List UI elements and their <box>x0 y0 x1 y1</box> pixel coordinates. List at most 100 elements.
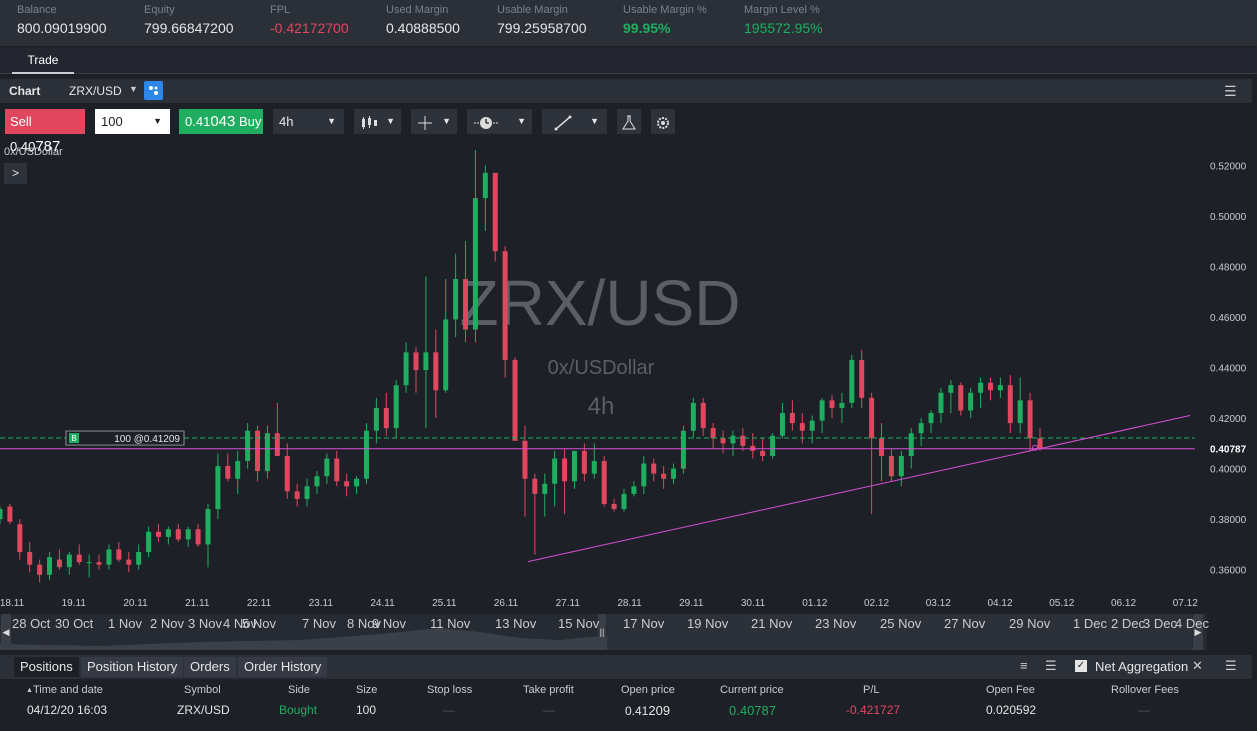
tab-position-history[interactable]: Position History <box>81 657 184 677</box>
candle-body <box>621 493 627 510</box>
candle-body <box>7 506 13 522</box>
candle-body <box>185 529 191 540</box>
navigator-left-arrow[interactable]: ◀ <box>1 614 11 650</box>
buy-button[interactable]: 0.41043 Buy <box>179 109 263 134</box>
chart-settings-button[interactable] <box>651 109 675 134</box>
candle-body <box>710 428 716 439</box>
tab-order-history[interactable]: Order History <box>238 657 328 677</box>
indicators-button[interactable] <box>617 109 641 134</box>
candle-body <box>0 509 3 520</box>
column-header[interactable]: Time and date <box>33 684 103 696</box>
expand-button[interactable]: > <box>4 163 27 184</box>
column-header[interactable]: Symbol <box>184 684 221 696</box>
link-icon[interactable] <box>144 81 163 100</box>
row-rollover: — <box>1138 703 1150 717</box>
y-tick-label: 0.48000 <box>1210 262 1247 273</box>
candle-body <box>552 458 558 484</box>
navigator-label: 2 Dec <box>1111 616 1145 631</box>
candle-body <box>671 468 677 479</box>
column-header[interactable]: Side <box>288 684 310 696</box>
y-tick-label: 0.46000 <box>1210 313 1247 324</box>
tab-positions[interactable]: Positions <box>14 657 79 677</box>
candle-body <box>344 481 350 487</box>
margin-level-value: 195572.95% <box>744 20 823 36</box>
row-side: Bought <box>279 703 318 717</box>
tab-trade[interactable]: Trade <box>12 47 74 74</box>
candle-body <box>215 466 221 510</box>
candle-body <box>463 279 469 330</box>
candle-body <box>958 385 964 411</box>
x-tick-label: 18.11 <box>0 598 25 609</box>
columns-icon[interactable]: ≡ <box>1020 658 1028 673</box>
navigator-label: 3 Nov <box>188 616 222 631</box>
chevron-down-icon: ▼ <box>590 116 599 126</box>
candle-body <box>472 198 478 330</box>
close-icon[interactable]: ✕ <box>1192 658 1203 674</box>
chevron-down-icon: ▼ <box>442 116 451 126</box>
candle-body <box>918 423 924 434</box>
y-tick-label: 0.40000 <box>1210 465 1247 476</box>
net-aggregation-checkbox[interactable]: ✓ <box>1075 660 1087 672</box>
current-price-label: 0.40787 <box>1210 445 1247 456</box>
candle-body <box>898 455 904 477</box>
column-header[interactable]: Size <box>356 684 377 696</box>
x-tick-label: 28.11 <box>617 598 642 609</box>
chevron-down-icon[interactable]: ▼ <box>129 84 138 94</box>
chevron-down-icon: ▼ <box>386 116 395 126</box>
usable-margin-value: 799.25958700 <box>497 20 587 36</box>
symbol-selector[interactable]: ZRX/USD <box>69 84 122 98</box>
row-pl: -0.421727 <box>846 703 901 717</box>
list-icon[interactable]: ☰ <box>1045 658 1057 674</box>
column-header[interactable]: Current price <box>720 684 784 696</box>
candle-body <box>1037 438 1043 449</box>
sort-arrow-icon[interactable]: ▲ <box>26 687 33 694</box>
gear-icon <box>657 116 669 129</box>
x-tick-label: 30.11 <box>741 598 766 609</box>
candle-body <box>136 552 142 565</box>
row-stop-loss[interactable]: — <box>443 703 455 717</box>
draw-tool-button[interactable]: ▼ <box>542 109 607 134</box>
navigator-label: 2 Nov <box>150 616 184 631</box>
row-take-profit[interactable]: — <box>543 703 555 717</box>
column-header[interactable]: Take profit <box>523 684 574 696</box>
column-header[interactable]: P/L <box>863 684 880 696</box>
timeframe-select[interactable]: 4h ▼ <box>273 109 344 134</box>
candle-body <box>453 279 459 320</box>
tab-orders[interactable]: Orders <box>184 657 236 677</box>
chart-menu-icon[interactable]: ☰ <box>1224 83 1237 100</box>
instrument-label: 0x/USDollar <box>4 146 63 158</box>
candle-body <box>235 461 241 479</box>
candle-body <box>245 430 251 462</box>
candle-body <box>96 562 102 565</box>
column-header[interactable]: Rollover Fees <box>1111 684 1179 696</box>
column-header[interactable]: Stop loss <box>427 684 472 696</box>
balance-label: Balance <box>17 4 57 16</box>
chevron-down-icon: ▼ <box>517 116 526 126</box>
timeframe-value: 4h <box>279 114 294 129</box>
column-header[interactable]: Open Fee <box>986 684 1035 696</box>
chart-type-button[interactable]: ▼ <box>354 109 401 134</box>
row-current-price: 0.40787 <box>729 703 776 718</box>
navigator-label: 17 Nov <box>623 616 665 631</box>
open-price-main: 0.41 <box>625 704 649 718</box>
panel-menu-icon[interactable]: ☰ <box>1225 658 1237 674</box>
sell-button[interactable]: Sell 0.40787 <box>5 109 85 155</box>
trendline <box>527 415 1191 563</box>
time-button[interactable]: ▼ <box>467 109 532 134</box>
candle-body <box>591 461 597 474</box>
chevron-down-icon[interactable]: ▼ <box>153 109 162 134</box>
candle-body <box>562 458 568 482</box>
row-open-fee: 0.020592 <box>986 703 1037 717</box>
equity-label: Equity <box>144 4 175 16</box>
crosshair-button[interactable]: ▼ <box>411 109 457 134</box>
column-header[interactable]: Open price <box>621 684 675 696</box>
navigator-label: 21 Nov <box>751 616 793 631</box>
usable-margin-pct-label: Usable Margin % <box>623 4 707 16</box>
navigator-label: 3 Dec <box>1143 616 1177 631</box>
quantity-field[interactable]: 100 ▼ <box>95 109 170 134</box>
usable-margin-pct-metric: Usable Margin % 99.95% <box>623 4 707 36</box>
price-chart[interactable]: ZRX/USD 0x/USDollar 4h 0.52000 0.50000 0.4800… <box>0 140 1252 614</box>
candle-body <box>651 463 657 474</box>
sell-label: Sell <box>10 114 32 129</box>
x-tick-label: 04.12 <box>987 598 1012 609</box>
